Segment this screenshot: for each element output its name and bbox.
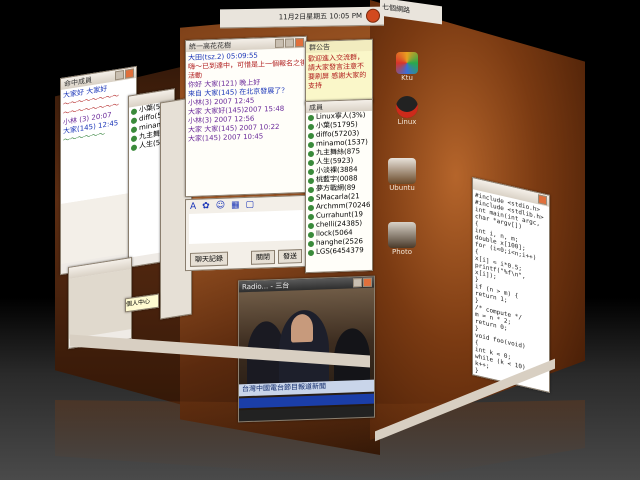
- member-list[interactable]: 成員 Linux寧人(3%) 小葉(51795) diffo(57203) mi…: [305, 98, 373, 274]
- close-button[interactable]: [125, 68, 134, 79]
- close-button[interactable]: [538, 194, 547, 206]
- flower-icon[interactable]: ✿: [202, 201, 210, 211]
- font-icon[interactable]: A: [190, 202, 196, 212]
- member-row[interactable]: LGS(6454379: [306, 246, 372, 257]
- text-editor-window[interactable]: #include <stdio.h> #include <stdlib.h> int…: [472, 176, 550, 394]
- user-status-icon: [131, 107, 137, 115]
- photo-icon: [388, 222, 416, 248]
- linux-icon: [396, 96, 418, 118]
- user-status-icon: [308, 195, 314, 202]
- user-status-icon: [308, 186, 314, 193]
- user-status-icon: [308, 231, 314, 238]
- editor-body[interactable]: #include <stdio.h> #include <stdlib.h> int…: [473, 189, 549, 393]
- desktop-icon-label: Ubuntu: [389, 184, 415, 192]
- user-status-icon: [308, 159, 314, 166]
- desktop-icon-photo[interactable]: Photo: [386, 222, 418, 256]
- photo-icon: [388, 158, 416, 184]
- screenshot-icon[interactable]: ▦: [231, 200, 240, 210]
- top-panel: 11月2日星期五 10:05 PM: [220, 6, 384, 29]
- chat-compose-area[interactable]: A ✿ ☺ ▦ ▢ 聊天記錄 關閉 發送: [185, 194, 307, 272]
- maximize-button[interactable]: [285, 38, 294, 48]
- close-button[interactable]: [363, 277, 372, 288]
- user-status-icon: [308, 114, 314, 121]
- ktu-icon: [396, 52, 418, 74]
- left-chat-input[interactable]: [61, 192, 136, 264]
- desktop-icon-label: Ktu: [401, 74, 413, 82]
- user-status-icon: [308, 240, 314, 247]
- user-status-icon: [131, 125, 137, 133]
- user-status-icon: [308, 132, 314, 139]
- tooltip-text: 個人中心: [126, 297, 151, 309]
- user-status-icon: [308, 213, 314, 220]
- left-chat-window[interactable]: 命中成員 大家好 大家好 ～～～～～～～～ ～～～～～～～～ 小林 (3) 20…: [60, 65, 137, 276]
- member-list-body: Linux寧人(3%) 小葉(51795) diffo(57203) minam…: [306, 111, 372, 257]
- close-chat-button[interactable]: 關閉: [251, 249, 275, 265]
- user-status-icon: [131, 134, 137, 142]
- video-face: [291, 313, 313, 343]
- desktop-icon-ubuntu[interactable]: Ubuntu: [386, 158, 418, 192]
- window-icon[interactable]: ▢: [246, 200, 255, 210]
- minimize-button[interactable]: [353, 278, 362, 288]
- left-terminal-body: [69, 269, 131, 339]
- user-status-icon: [131, 116, 137, 124]
- user-status-icon: [131, 143, 137, 151]
- user-status-icon: [308, 204, 314, 211]
- right-panel-label[interactable]: 七個網路: [382, 2, 410, 16]
- minimize-button[interactable]: [115, 69, 124, 81]
- desktop-icon-ktu[interactable]: Ktu: [394, 52, 420, 82]
- desktop-icon-label: Linux: [397, 118, 417, 126]
- left-chat-log: 大家好 大家好 ～～～～～～～～ ～～～～～～～～ 小林 (3) 20:07 大…: [61, 78, 136, 204]
- desktop-icon-label: Photo: [392, 248, 412, 256]
- panel-power-icon[interactable]: [366, 8, 380, 23]
- desktop-icon-linux[interactable]: Linux: [394, 96, 420, 126]
- user-status-icon: [308, 168, 314, 175]
- emoticon-icon[interactable]: ☺: [216, 201, 225, 211]
- chat-input-field[interactable]: [189, 210, 303, 244]
- user-status-icon: [308, 177, 314, 184]
- user-status-icon: [308, 123, 314, 130]
- chat-log: 大田(tsz.2) 05:09:55 嗨～已到達中，可惜是上一個報名之後的 活動…: [186, 47, 306, 197]
- user-status-icon: [308, 222, 314, 229]
- user-status-icon: [308, 141, 314, 148]
- user-status-icon: [308, 249, 314, 256]
- group-chat-window[interactable]: 統一高花花樹 大田(tsz.2) 05:09:55 嗨～已到達中，可惜是上一個報…: [185, 35, 307, 198]
- video-ticker: [239, 393, 374, 409]
- member-list-title: 成員: [309, 103, 323, 112]
- chat-history-button[interactable]: 聊天記錄: [190, 251, 228, 267]
- chat-title: 統一高花花樹: [189, 41, 231, 51]
- send-button[interactable]: 發送: [278, 249, 302, 264]
- notice-text: 歡迎進入交流群，請大家發言注意不要刷屏 感謝大家的支持: [308, 53, 367, 91]
- group-notice-panel: 群公告 歡迎進入交流群，請大家發言注意不要刷屏 感謝大家的支持: [305, 38, 373, 106]
- member-name: LGS(6454379: [316, 246, 364, 256]
- notice-title: 群公告: [309, 42, 330, 52]
- minimize-button[interactable]: [275, 38, 284, 48]
- close-button[interactable]: [295, 37, 304, 48]
- panel-clock[interactable]: 11月2日星期五 10:05 PM: [279, 11, 362, 22]
- user-status-icon: [308, 150, 314, 157]
